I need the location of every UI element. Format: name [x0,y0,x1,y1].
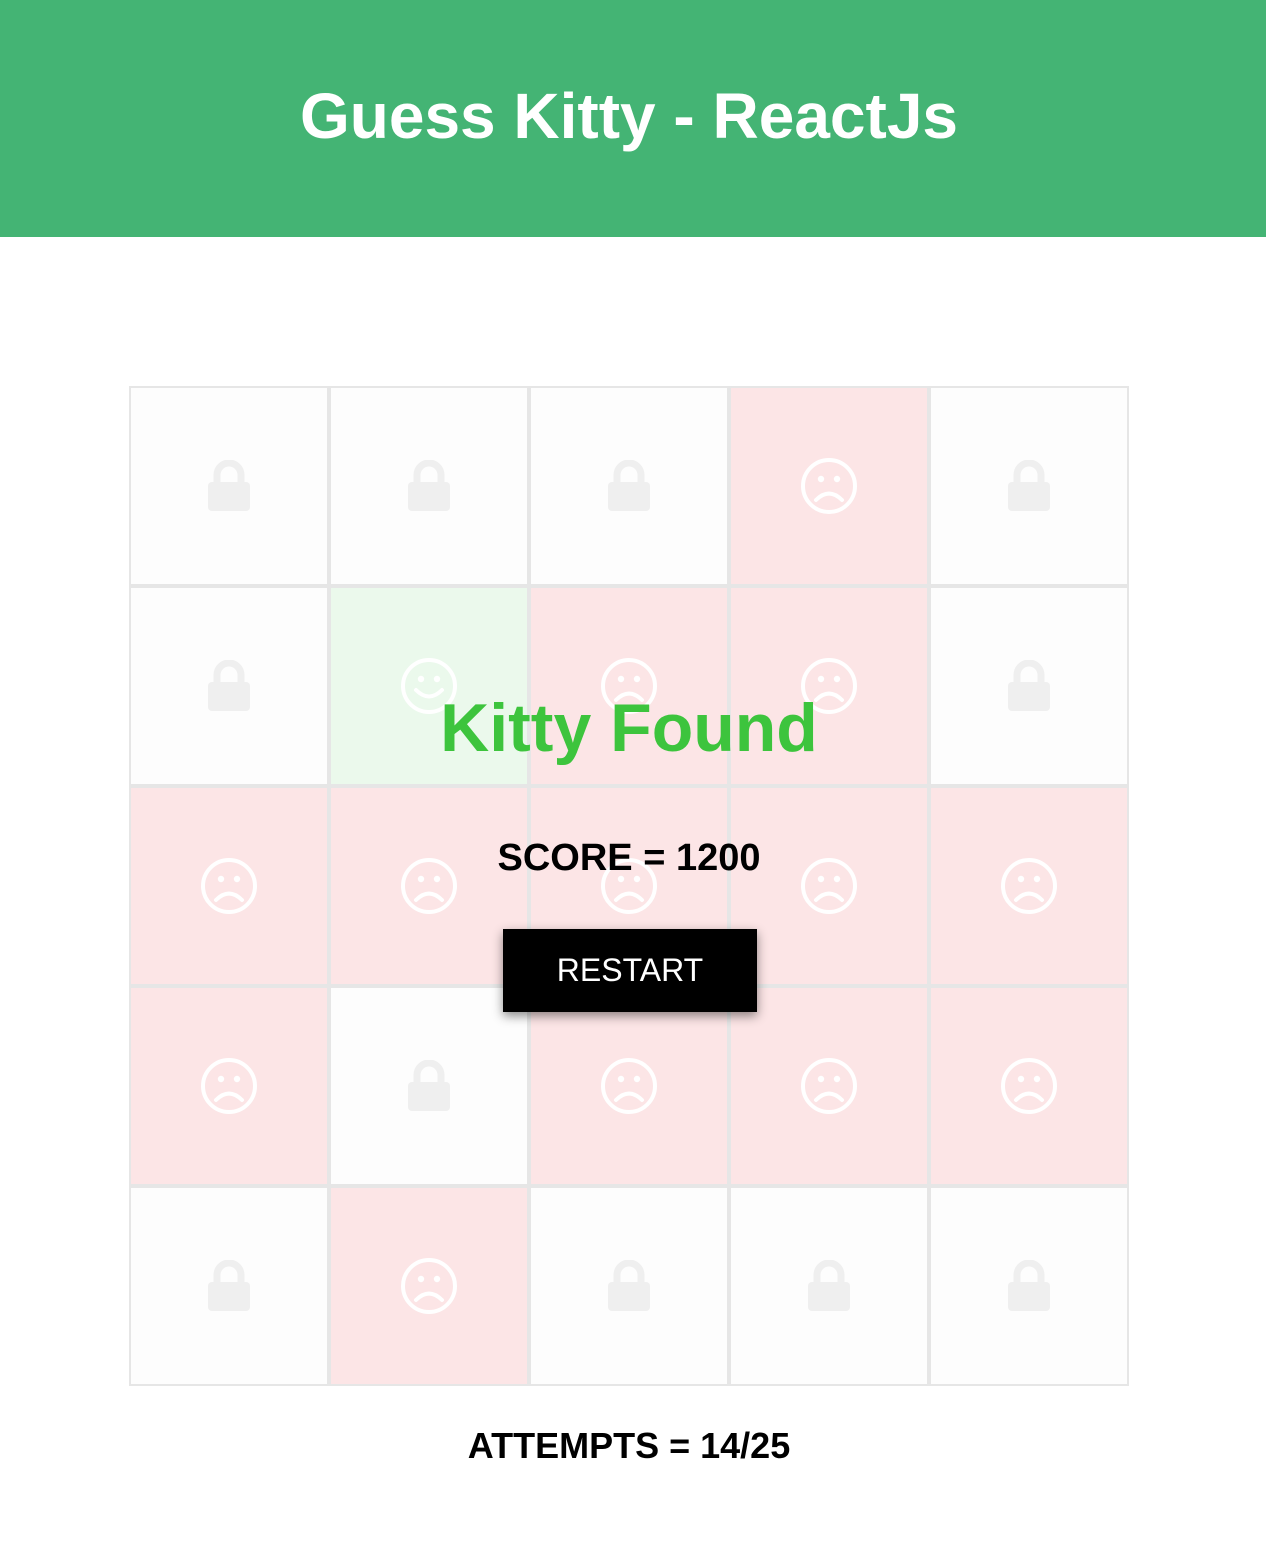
lock-icon [207,1260,251,1312]
sad-face-icon [200,1057,258,1115]
board-tile-miss[interactable] [329,786,529,986]
board-tile-locked[interactable] [529,386,729,586]
sad-face-icon [800,1057,858,1115]
sad-face-icon [600,1057,658,1115]
lock-icon [207,460,251,512]
board-tile-miss[interactable] [729,386,929,586]
lock-icon [607,460,651,512]
app-title: Guess Kitty - ReactJs [299,80,959,152]
board-tile-miss[interactable] [729,786,929,986]
board-tile-miss[interactable] [329,1186,529,1386]
board-tile-locked[interactable] [929,1186,1129,1386]
lock-icon [807,1260,851,1312]
board-tile-miss[interactable] [729,986,929,1186]
sad-face-icon [1000,1057,1058,1115]
board-tile-miss[interactable] [529,986,729,1186]
sad-face-icon [800,457,858,515]
board-tile-locked[interactable] [129,386,329,586]
board-tile-locked[interactable] [129,1186,329,1386]
lock-icon [607,1260,651,1312]
result-title: Kitty Found [440,690,818,766]
board-tile-miss[interactable] [929,986,1129,1186]
lock-icon [1007,460,1051,512]
app-header: Guess Kitty - ReactJs [0,0,1266,237]
game-board [129,386,1129,1386]
sad-face-icon [400,1257,458,1315]
board-tile-miss[interactable] [129,786,329,986]
board-tile-locked[interactable] [729,1186,929,1386]
restart-button[interactable]: RESTART [503,929,757,1012]
board-tile-miss[interactable] [129,986,329,1186]
attempts-counter: ATTEMPTS = 14/25 [467,1425,791,1466]
lock-icon [1007,1260,1051,1312]
board-tile-locked[interactable] [329,386,529,586]
board-tile-locked[interactable] [529,1186,729,1386]
board-tile-miss[interactable] [929,786,1129,986]
board-tile-locked[interactable] [929,386,1129,586]
score-text: SCORE = 1200 [497,837,761,879]
lock-icon [407,460,451,512]
board-tile-locked[interactable] [329,986,529,1186]
lock-icon [407,1060,451,1112]
